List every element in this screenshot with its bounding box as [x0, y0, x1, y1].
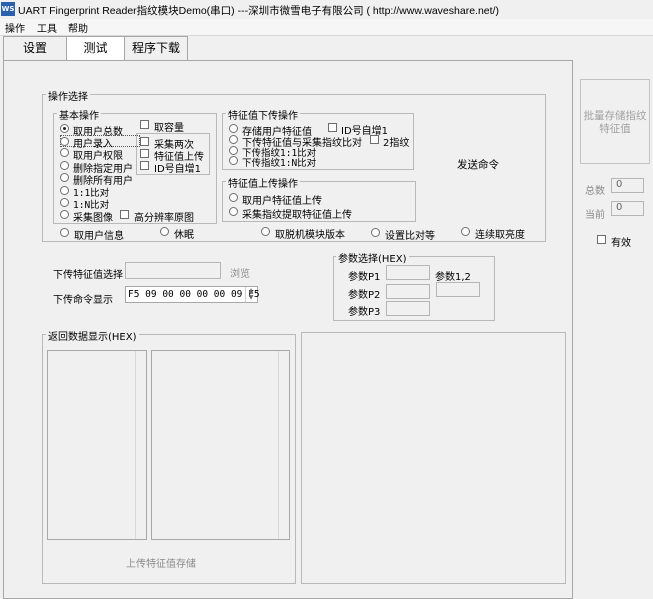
tab-download[interactable]: 程序下载: [124, 36, 188, 60]
send-command-button[interactable]: 发送命令: [457, 157, 499, 172]
checkbox-box[interactable]: [597, 235, 606, 244]
checkbox-label: 取容量: [154, 123, 184, 134]
feature-upload-title: 特征值上传操作: [226, 175, 300, 190]
total-label: 总数: [585, 186, 605, 197]
radio-indicator[interactable]: [60, 137, 69, 146]
radio-indicator[interactable]: [371, 228, 380, 237]
param-p1-label: 参数P1: [348, 272, 381, 283]
return-data-title: 返回数据显示(HEX): [46, 328, 139, 343]
checkbox-box[interactable]: [120, 210, 129, 219]
scrollbar[interactable]: [135, 351, 146, 539]
radio-indicator[interactable]: [261, 227, 270, 236]
radio-indicator[interactable]: [60, 228, 69, 237]
param-p3-label: 参数P3: [348, 307, 381, 318]
batch-store-button[interactable]: 批量存储指纹特征值: [580, 79, 650, 164]
checkbox-label: 高分辨率原图: [134, 213, 194, 224]
radio-indicator[interactable]: [229, 156, 238, 165]
param-p2-label: 参数P2: [348, 290, 381, 301]
radio-indicator[interactable]: [229, 207, 238, 216]
menu-bar: 操作 工具 帮助: [0, 19, 653, 36]
radio-indicator[interactable]: [229, 124, 238, 133]
checkbox-label: ID号自增1: [154, 164, 202, 175]
radio-indicator[interactable]: [60, 210, 69, 219]
param-p3-field[interactable]: [386, 301, 430, 316]
radio-user-enroll[interactable]: 用户录入: [60, 135, 140, 150]
radio-indicator[interactable]: [60, 124, 69, 133]
radio-indicator[interactable]: [60, 186, 69, 195]
window-title: UART Fingerprint Reader指纹模块Demo(串口) ---深…: [18, 5, 499, 17]
radio-indicator[interactable]: [160, 227, 169, 236]
checkbox-box[interactable]: [140, 149, 149, 158]
param-p2-field[interactable]: [386, 284, 430, 299]
checkbox-label: ID号自增1: [341, 126, 389, 137]
ops-group-title: 操作选择: [46, 88, 90, 103]
radio-indicator[interactable]: [229, 135, 238, 144]
feature-download-title: 特征值下传操作: [226, 107, 300, 122]
download-select-label: 下传特征值选择: [53, 270, 123, 281]
radio-label: 设置比对等: [385, 231, 435, 242]
radio-indicator[interactable]: [60, 173, 69, 182]
checkbox-box[interactable]: [328, 123, 337, 132]
checkbox-box[interactable]: [140, 137, 149, 146]
param-p12-label: 参数1,2: [435, 272, 471, 283]
radio-label: 采集指纹提取特征值上传: [242, 210, 352, 221]
return-data-list-left[interactable]: [47, 350, 147, 540]
command-display-field[interactable]: F5 09 00 00 00 00 09 F5 ▲ ▼: [125, 286, 260, 303]
current-field: 0: [611, 201, 644, 216]
basic-ops-title: 基本操作: [57, 107, 101, 122]
tab-settings[interactable]: 设置: [3, 36, 67, 60]
store-feature-button[interactable]: 上传特征值存储: [126, 555, 196, 570]
download-select-field[interactable]: [125, 262, 221, 279]
return-data-list-right[interactable]: [151, 350, 290, 540]
scrollbar[interactable]: [278, 351, 289, 539]
radio-label: 采集图像: [73, 213, 113, 224]
radio-label: 下传指纹1:N比对: [242, 158, 317, 169]
current-label: 当前: [585, 210, 605, 221]
menu-help[interactable]: 帮助: [68, 20, 88, 35]
menu-operate[interactable]: 操作: [5, 20, 25, 35]
browse-button[interactable]: 浏览: [230, 265, 250, 280]
radio-label: 取脱机模块版本: [275, 230, 345, 241]
app-icon: WS: [1, 2, 15, 16]
radio-label: 休眠: [174, 230, 194, 241]
title-bar: WS UART Fingerprint Reader指纹模块Demo(串口) -…: [0, 0, 653, 20]
tab-bar: 设置 测试 程序下载: [0, 36, 653, 61]
radio-indicator[interactable]: [229, 146, 238, 155]
total-field: 0: [611, 178, 644, 193]
radio-label: 取用户特征值上传: [242, 196, 322, 207]
checkbox-box[interactable]: [140, 161, 149, 170]
command-display-label: 下传命令显示: [53, 295, 113, 306]
checkbox-box[interactable]: [140, 120, 149, 129]
radio-indicator[interactable]: [461, 227, 470, 236]
image-display-area: [301, 332, 566, 584]
checkbox-box[interactable]: [370, 135, 379, 144]
radio-indicator[interactable]: [60, 148, 69, 157]
menu-tools[interactable]: 工具: [37, 20, 57, 35]
tab-test[interactable]: 测试: [66, 36, 125, 61]
radio-label: 取用户信息: [74, 231, 124, 242]
radio-indicator[interactable]: [60, 161, 69, 170]
command-display-value: F5 09 00 00 00 00 09 F5: [128, 289, 260, 300]
radio-indicator[interactable]: [60, 198, 69, 207]
param-p12-field[interactable]: [436, 282, 480, 297]
params-title: 参数选择(HEX): [336, 250, 409, 265]
param-p1-field[interactable]: [386, 265, 430, 280]
radio-indicator[interactable]: [229, 193, 238, 202]
checkbox-label: 有效: [611, 238, 631, 249]
spin-arrows-icon[interactable]: ▲ ▼: [245, 287, 256, 302]
checkbox-label: 2指纹: [383, 138, 410, 149]
radio-label: 连续取亮度: [475, 230, 525, 241]
